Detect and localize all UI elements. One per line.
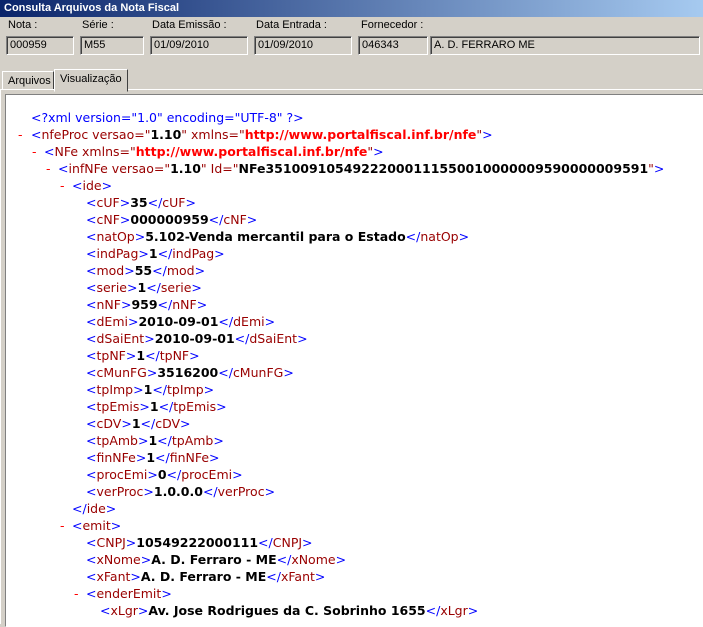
xml-element-CNPJ: <CNPJ>10549222000111</CNPJ> [86,535,313,550]
xml-element-dSaiEnt: <dSaiEnt>2010-09-01</dSaiEnt> [86,331,308,346]
xml-value: 1 [136,348,146,363]
serie-label: Série : [82,19,114,31]
xml-value: 1 [143,382,153,397]
xml-element-finNFe: <finNFe>1</finNFe> [86,450,220,465]
xml-value: 1 [149,399,159,414]
xml-element-xNome: <xNome>A. D. Ferraro - ME</xNome> [86,552,347,567]
tab-panel: <?xml version="1.0" encoding="UTF-8" ?> … [0,89,703,627]
xml-element-cMunFG: <cMunFG>3516200</cMunFG> [86,365,294,380]
xml-element-verProc: <verProc>1.0.0.0</verProc> [86,484,276,499]
xml-element-tpNF: <tpNF>1</tpNF> [86,348,200,363]
xml-element-dEmi: <dEmi>2010-09-01</dEmi> [86,314,276,329]
xml-value: 0 [157,467,167,482]
xml-value: 5.102-Venda mercantil para o Estado [145,229,406,244]
collapse-toggle[interactable]: - [74,585,79,602]
xml-element-nNF: <nNF>959</nNF> [86,297,208,312]
fornecedor-name-field[interactable]: A. D. FERRARO ME [430,36,700,55]
collapse-toggle[interactable]: - [32,143,37,160]
xml-value: 000000959 [130,212,209,227]
xml-value: 10549222000111 [136,535,259,550]
entrada-field[interactable]: 01/09/2010 [254,36,352,55]
fornecedor-label: Fornecedor : [361,19,424,31]
nota-field[interactable]: 000959 [6,36,74,55]
xml-value: A. D. Ferraro - ME [140,569,267,584]
xml-value: Av. Jose Rodrigues da C. Sobrinho 1655 [148,603,426,618]
nota-label: Nota : [8,19,38,31]
window-title: Consulta Arquivos da Nota Fiscal [4,2,180,14]
emit-node: <emit> [72,518,122,533]
xml-value: 2010-09-01 [138,314,219,329]
xml-value: 3516200 [157,365,219,380]
xml-element-procEmi: <procEmi>0</procEmi> [86,467,243,482]
xml-element-tpImp: <tpImp>1</tpImp> [86,382,215,397]
xml-value: 1 [148,246,158,261]
xml-value: 959 [131,297,158,312]
title-bar: Consulta Arquivos da Nota Fiscal [0,0,703,17]
xml-value: 55 [134,263,153,278]
collapse-toggle[interactable]: - [18,126,23,143]
xml-element-mod: <mod>55</mod> [86,263,206,278]
tab-strip: Arquivos Visualização [0,69,703,92]
xml-declaration: <?xml version="1.0" encoding="UTF-8" ?> [31,110,304,125]
xml-value: 2010-09-01 [154,331,235,346]
xml-value: A. D. Ferraro - ME [151,552,277,567]
nfeproc-node: <nfeProc versao="1.10" xmlns="http://www… [31,127,493,142]
fornecedor-code-field[interactable]: 046343 [358,36,428,55]
xml-element-xFant: <xFant>A. D. Ferraro - ME</xFant> [86,569,326,584]
xml-element-indPag: <indPag>1</indPag> [86,246,225,261]
enderemit-node: <enderEmit> [86,586,172,601]
tab-arquivos[interactable]: Arquivos [2,71,54,91]
nfe-node: <NFe xmlns="http://www.portalfiscal.inf.… [44,144,384,159]
xml-value: 1 [148,433,158,448]
xml-element-cUF: <cUF>35</cUF> [86,195,196,210]
xml-element-cDV: <cDV>1</cDV> [86,416,191,431]
ide-close: </ide> [72,501,117,516]
xml-element-tpAmb: <tpAmb>1</tpAmb> [86,433,224,448]
xml-value: 1 [137,280,147,295]
ide-node: <ide> [72,178,113,193]
xml-element-serie: <serie>1</serie> [86,280,202,295]
xml-value: 1.0.0.0 [153,484,203,499]
xml-value: 1 [131,416,141,431]
xml-viewer[interactable]: <?xml version="1.0" encoding="UTF-8" ?> … [5,94,703,627]
xml-element-cNF: <cNF>000000959</cNF> [86,212,258,227]
infnfe-node: <infNFe versao="1.10" Id="NFe35100910549… [58,161,665,176]
collapse-toggle[interactable]: - [46,160,51,177]
serie-field[interactable]: M55 [80,36,144,55]
emissao-field[interactable]: 01/09/2010 [150,36,248,55]
entrada-label: Data Entrada : [256,19,327,31]
xml-value: 1 [146,450,156,465]
xml-element-tpEmis: <tpEmis>1</tpEmis> [86,399,227,414]
collapse-toggle[interactable]: - [60,177,65,194]
emissao-label: Data Emissão : [152,19,227,31]
tab-visualizacao[interactable]: Visualização [54,69,128,92]
xml-value: 35 [130,195,148,210]
xml-element-natOp: <natOp>5.102-Venda mercantil para o Esta… [86,229,470,244]
collapse-toggle[interactable]: - [60,517,65,534]
xml-element-xLgr: <xLgr>Av. Jose Rodrigues da C. Sobrinho … [100,603,479,618]
